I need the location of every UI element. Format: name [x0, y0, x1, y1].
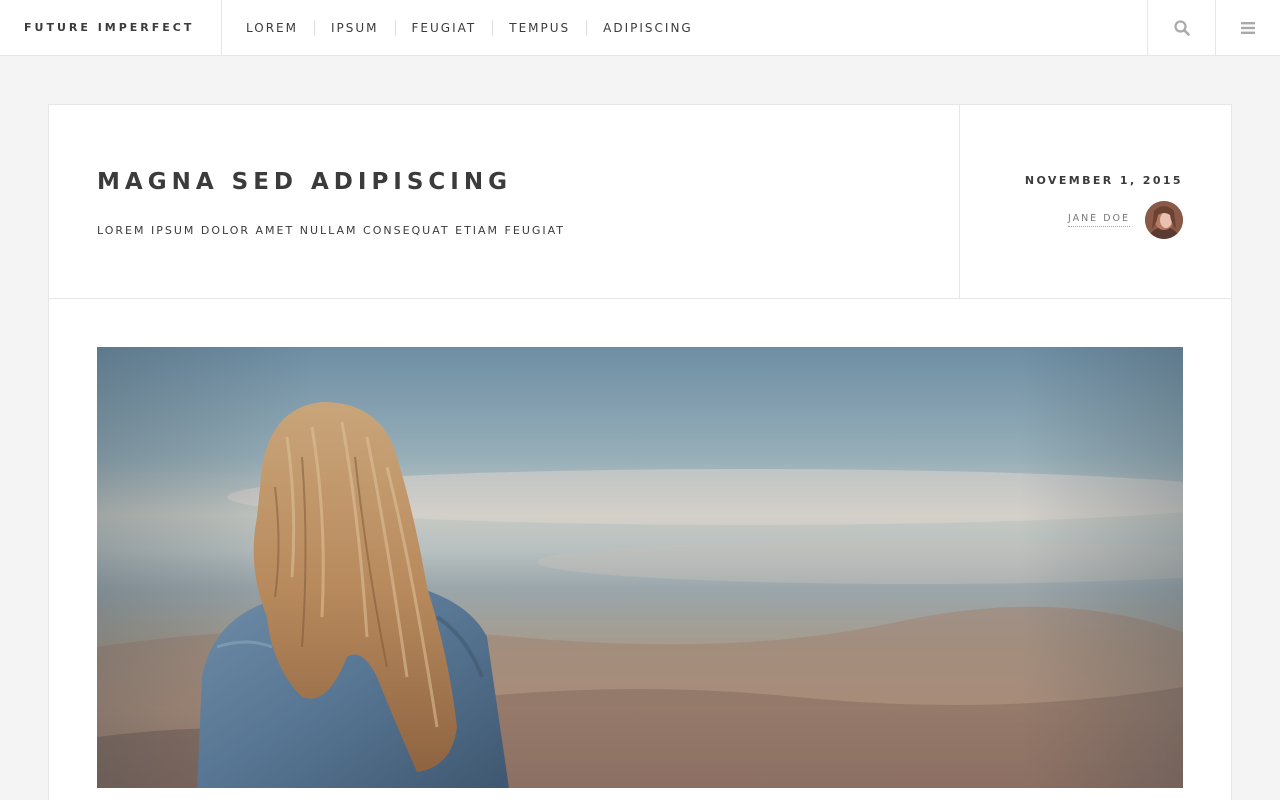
post-date: NOVEMBER 1, 2015 — [1024, 174, 1183, 187]
post-header: MAGNA SED ADIPISCING LOREM IPSUM DOLOR A… — [49, 105, 1231, 299]
nav-item-feugiat[interactable]: FEUGIAT — [394, 19, 493, 36]
nav-item-ipsum[interactable]: IPSUM — [313, 19, 395, 36]
nav-item-adipiscing[interactable]: ADIPISCING — [586, 19, 709, 36]
search-button[interactable] — [1147, 0, 1215, 55]
menu-icon — [1241, 21, 1255, 34]
nav-item-tempus[interactable]: TEMPUS — [492, 19, 586, 36]
post-subtitle: LOREM IPSUM DOLOR AMET NULLAM CONSEQUAT … — [97, 224, 566, 237]
author-avatar[interactable] — [1145, 201, 1183, 239]
post-title[interactable]: MAGNA SED ADIPISCING — [97, 169, 512, 195]
menu-button[interactable] — [1215, 0, 1280, 55]
author-name-link[interactable]: JANE DOE — [1067, 213, 1130, 227]
main-nav: LOREM IPSUM FEUGIAT TEMPUS ADIPISCING — [222, 0, 709, 55]
featured-image[interactable] — [97, 347, 1183, 788]
site-header: FUTURE IMPERFECT LOREM IPSUM FEUGIAT TEM… — [0, 0, 1280, 56]
post-author[interactable]: JANE DOE — [1067, 201, 1183, 239]
nav-item-lorem[interactable]: LOREM — [222, 20, 314, 36]
search-icon — [1173, 19, 1190, 36]
post-card: MAGNA SED ADIPISCING LOREM IPSUM DOLOR A… — [48, 104, 1232, 800]
post-meta: NOVEMBER 1, 2015 JANE DOE — [960, 105, 1231, 299]
post-title-block: MAGNA SED ADIPISCING LOREM IPSUM DOLOR A… — [49, 105, 960, 299]
site-logo-link[interactable]: FUTURE IMPERFECT — [0, 0, 222, 55]
